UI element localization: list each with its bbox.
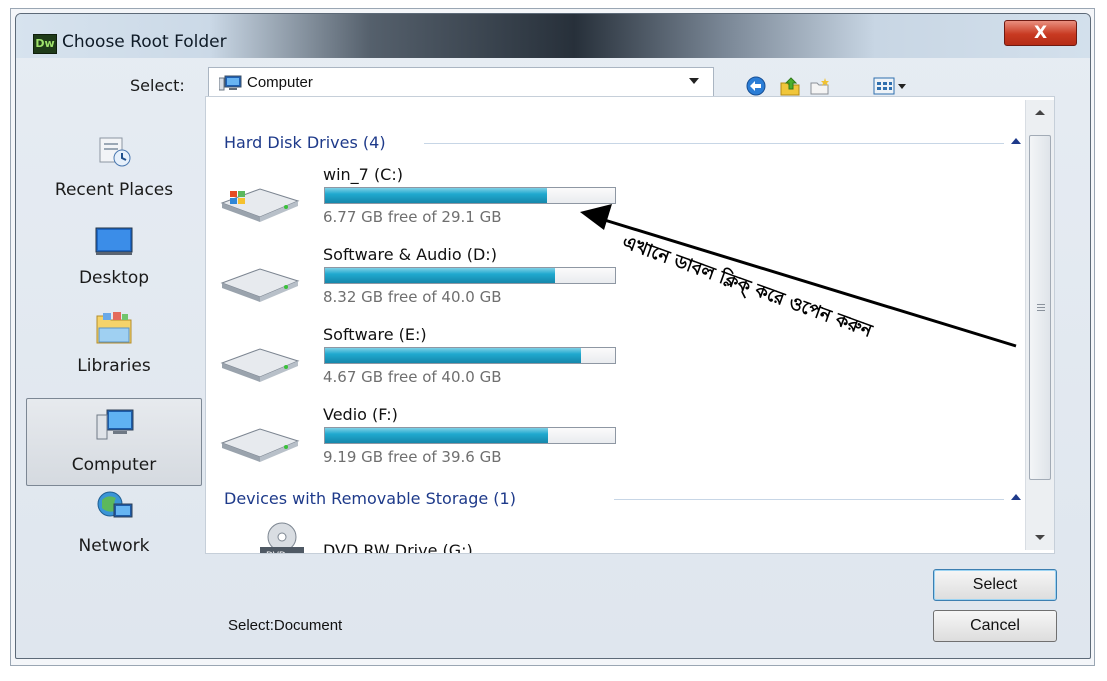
chevron-down-icon[interactable]: [689, 78, 699, 84]
scroll-thumb[interactable]: [1029, 135, 1051, 480]
network-icon: [97, 491, 133, 518]
group-header-hard-disks[interactable]: Hard Disk Drives (4): [224, 133, 386, 152]
drive-name: Software (E:): [323, 325, 427, 344]
grip-line: [1037, 307, 1045, 308]
annotation-callout: এখানে ডাবল ক্লিক্ করে ওপেন করুন: [580, 198, 1028, 348]
status-text: Select:Document: [228, 617, 343, 634]
drive-free-space: 6.77 GB free of 29.1 GB: [323, 208, 502, 226]
group-header-removable-storage[interactable]: Devices with Removable Storage (1): [224, 489, 516, 508]
select-button[interactable]: Select: [933, 569, 1057, 601]
recent-places-icon: [99, 137, 131, 167]
dvd-drive-icon: DVD: [260, 522, 304, 554]
group-divider: [424, 143, 1004, 144]
drive-item-g[interactable]: DVD DVD RW Drive (G:): [206, 521, 706, 554]
drive-name: Vedio (F:): [323, 405, 398, 424]
location-value: Computer: [247, 74, 313, 91]
sidebar-item-desktop[interactable]: Desktop: [26, 214, 202, 302]
new-folder-icon[interactable]: [809, 76, 831, 96]
sidebar-item-label: Libraries: [77, 356, 151, 376]
capacity-fill: [325, 348, 582, 363]
title-bar[interactable]: Dw Choose Root Folder X: [16, 14, 1090, 58]
drive-name: win_7 (C:): [323, 165, 403, 184]
libraries-icon: [96, 312, 132, 344]
hard-drive-icon: [220, 428, 300, 462]
capacity-bar: [324, 427, 616, 444]
computer-icon: [96, 409, 134, 440]
drive-item-f[interactable]: Vedio (F:) 9.19 GB free of 39.6 GB: [206, 405, 706, 487]
collapse-chevron-icon[interactable]: [1011, 138, 1021, 144]
windows-drive-icon: [220, 188, 300, 222]
drive-free-space: 8.32 GB free of 40.0 GB: [323, 288, 502, 306]
sidebar-item-label: Network: [78, 536, 150, 556]
back-icon[interactable]: [745, 76, 767, 96]
sidebar-item-network[interactable]: Network: [26, 482, 202, 570]
svg-text:DVD: DVD: [266, 551, 286, 554]
grip-line: [1037, 304, 1045, 305]
computer-icon: [219, 75, 242, 91]
hard-drive-icon: [220, 268, 300, 302]
hard-drive-icon: [220, 348, 300, 382]
drive-free-space: 4.67 GB free of 40.0 GB: [323, 368, 502, 386]
capacity-fill: [325, 268, 555, 283]
places-sidebar: Recent Places Desktop Libraries Computer: [26, 80, 206, 560]
drive-name: DVD RW Drive (G:): [323, 541, 473, 554]
sidebar-item-label: Desktop: [78, 268, 150, 288]
capacity-bar: [324, 347, 616, 364]
view-menu-icon[interactable]: [873, 76, 909, 96]
sidebar-item-computer[interactable]: Computer: [26, 398, 202, 486]
sidebar-item-label: Computer: [71, 455, 157, 475]
up-folder-icon[interactable]: [779, 76, 801, 96]
sidebar-item-recent-places[interactable]: Recent Places: [26, 126, 202, 214]
group-divider: [614, 499, 1004, 500]
dialog-title: Choose Root Folder: [62, 32, 227, 52]
sidebar-item-libraries[interactable]: Libraries: [26, 302, 202, 390]
sidebar-item-label: Recent Places: [54, 180, 174, 200]
close-button[interactable]: X: [1004, 20, 1077, 46]
desktop-icon: [95, 227, 133, 255]
dreamweaver-app-icon: Dw: [33, 34, 57, 54]
scroll-up-icon[interactable]: [1035, 110, 1045, 115]
grip-line: [1037, 310, 1045, 311]
collapse-chevron-icon[interactable]: [1011, 494, 1021, 500]
drive-name: Software & Audio (D:): [323, 245, 497, 264]
scroll-down-icon[interactable]: [1035, 535, 1045, 540]
location-dropdown[interactable]: Computer: [208, 67, 714, 97]
drive-free-space: 9.19 GB free of 39.6 GB: [323, 448, 502, 466]
vertical-scrollbar[interactable]: [1025, 100, 1054, 550]
cancel-button[interactable]: Cancel: [933, 610, 1057, 642]
capacity-fill: [325, 188, 548, 203]
annotation-arrow-icon: [580, 204, 1017, 348]
capacity-fill: [325, 428, 548, 443]
